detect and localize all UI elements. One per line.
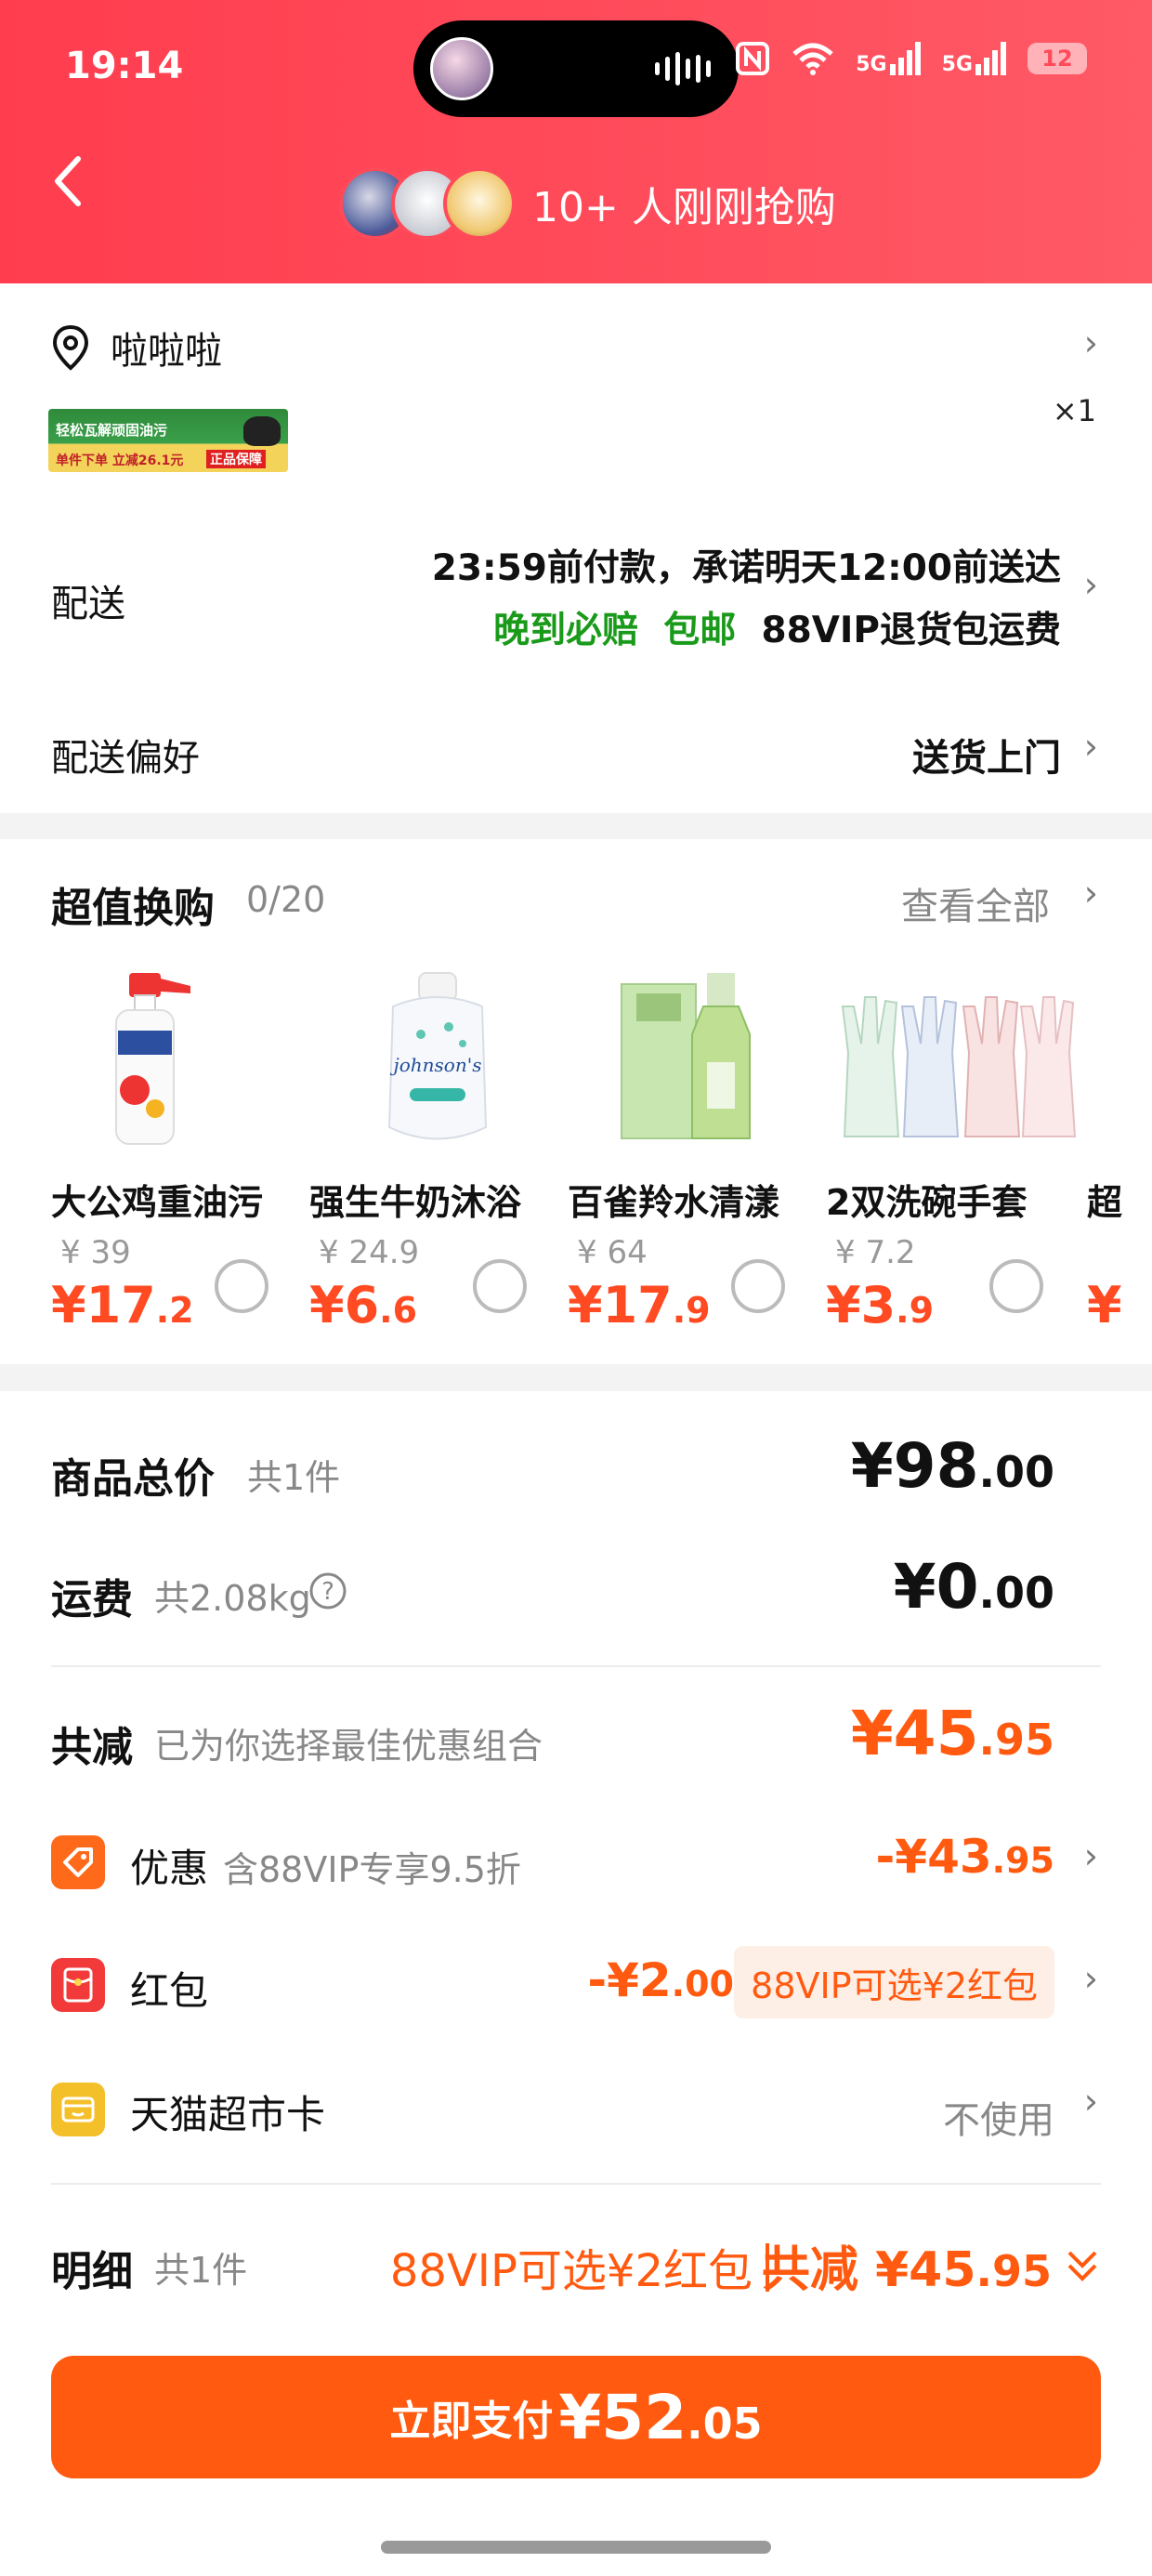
svg-text:?: ? bbox=[321, 1578, 334, 1606]
shipping-amount: ¥0.00 bbox=[893, 1551, 1054, 1623]
swap-product-card[interactable]: 百雀羚水清漾 ¥ 64 ¥17.9 bbox=[568, 969, 823, 1341]
delivery-label: 配送 bbox=[51, 583, 125, 625]
redpacket-amount: -¥2.00 bbox=[587, 1953, 734, 2007]
address-row[interactable]: 啦啦啦 bbox=[51, 321, 222, 375]
product-promo-banner: 轻松瓦解顽固油污 单件下单 立减26.1元 正品保障 bbox=[48, 409, 288, 472]
chevron-right-icon[interactable]: › bbox=[1084, 564, 1098, 605]
swap-count: 0/20 bbox=[246, 879, 326, 920]
status-icons: 5G 5G 12 bbox=[735, 41, 1087, 76]
vip-return-tag: 88VIP退货包运费 bbox=[761, 610, 1061, 651]
quantity: ×1 bbox=[1052, 393, 1096, 428]
svg-text:johnson's: johnson's bbox=[390, 1054, 482, 1076]
gift-card-icon bbox=[51, 2083, 105, 2136]
location-pin-icon bbox=[52, 324, 89, 371]
discount-amount: ¥45.95 bbox=[850, 1698, 1054, 1769]
goods-total-amount: ¥98.00 bbox=[850, 1430, 1054, 1502]
chevron-right-icon[interactable]: › bbox=[1084, 1835, 1098, 1876]
promo-sub: 含88VIP专享9.5折 bbox=[223, 1849, 521, 1890]
help-icon[interactable]: ? bbox=[308, 1571, 347, 1610]
recent-buyers: 10+ 人刚刚抢购 bbox=[339, 167, 836, 240]
avatar bbox=[443, 167, 516, 240]
recent-buyers-text: 10+ 人刚刚抢购 bbox=[532, 184, 836, 231]
goods-count: 共1件 bbox=[247, 1457, 341, 1498]
select-radio[interactable] bbox=[731, 1259, 785, 1313]
status-time: 19:14 bbox=[65, 45, 184, 87]
wifi-icon bbox=[792, 43, 833, 75]
product-image bbox=[115, 973, 190, 1145]
red-packet-icon bbox=[51, 1958, 105, 2012]
card-value[interactable]: 不使用 bbox=[943, 2090, 1054, 2144]
chevron-double-down-icon[interactable] bbox=[1064, 2245, 1101, 2286]
island-avatar bbox=[430, 37, 493, 100]
detail-vip-text: 88VIP可选¥2红包 bbox=[389, 2245, 753, 2297]
chevron-right-icon[interactable]: › bbox=[1084, 873, 1098, 913]
product-image bbox=[841, 996, 1077, 1137]
product-image: johnson's bbox=[387, 972, 488, 1140]
shipping-label: 运费 bbox=[51, 1576, 133, 1623]
delivery-promise: 23:59前付款，承诺明天12:00前送达 bbox=[431, 547, 1061, 589]
signal-icon-2: 5G bbox=[942, 42, 1007, 75]
swap-product-card[interactable]: 大公鸡重油污 ¥ 39 ¥17.2 bbox=[51, 969, 307, 1341]
battery-icon: 12 bbox=[1028, 43, 1087, 74]
top-header: 19:14 5G 5G 12 10+ 人刚刚抢购 bbox=[0, 0, 1152, 283]
discount-label: 共减 bbox=[51, 1724, 133, 1771]
audio-wave-icon bbox=[655, 50, 711, 87]
back-button[interactable] bbox=[39, 149, 95, 214]
promo-amount[interactable]: -¥43.95 bbox=[876, 1830, 1054, 1884]
dynamic-island bbox=[413, 20, 739, 117]
free-shipping-tag: 包邮 bbox=[663, 610, 737, 651]
goods-total-label: 商品总价 bbox=[51, 1455, 215, 1503]
chevron-right-icon[interactable]: › bbox=[1084, 726, 1098, 767]
view-all-link[interactable]: 查看全部 bbox=[901, 876, 1050, 930]
chevron-right-icon[interactable]: › bbox=[1084, 322, 1098, 363]
pay-amount: ¥52.05 bbox=[558, 2381, 763, 2453]
order-summary-card: 商品总价 共1件 ¥98.00 运费 共2.08kg ? ¥0.00 共减 已为… bbox=[0, 1391, 1152, 2576]
vip-redpacket-pill[interactable]: 88VIP可选¥2红包 bbox=[734, 1946, 1054, 2018]
chevron-right-icon[interactable]: › bbox=[1084, 1958, 1098, 1999]
redpacket-label: 红包 bbox=[130, 1968, 209, 2014]
swap-title: 超值换购 bbox=[51, 885, 215, 932]
product-image bbox=[621, 973, 751, 1139]
product-price-partial: ¥ bbox=[1087, 1276, 1122, 1334]
shipping-weight: 共2.08kg bbox=[154, 1578, 311, 1619]
home-indicator[interactable] bbox=[381, 2541, 771, 2554]
late-compensation-tag: 晚到必赔 bbox=[493, 610, 639, 651]
product-price: ¥17.9 bbox=[568, 1276, 711, 1334]
signal-icon-1: 5G bbox=[856, 42, 921, 75]
detail-count: 共1件 bbox=[154, 2250, 248, 2291]
promo-label: 优惠 bbox=[130, 1846, 209, 1891]
buyer-avatars bbox=[339, 167, 516, 240]
swap-product-card[interactable]: 2双洗碗手套 ¥ 7.2 ¥3.9 bbox=[826, 969, 1081, 1341]
nfc-icon bbox=[736, 42, 770, 75]
select-radio[interactable] bbox=[215, 1259, 268, 1313]
address-delivery-card: 啦啦啦 › 轻松瓦解顽固油污 单件下单 立减26.1元 正品保障 ×1 配送 2… bbox=[0, 283, 1152, 813]
detail-label: 明细 bbox=[51, 2248, 133, 2295]
back-arrow-icon bbox=[55, 156, 81, 206]
card-label: 天猫超市卡 bbox=[130, 2092, 326, 2137]
detail-bar[interactable]: 明细 共1件 88VIP可选¥2红包 共减 ¥45.95 bbox=[0, 2223, 1152, 2334]
chevron-right-icon[interactable]: › bbox=[1084, 2081, 1098, 2122]
detail-total: 共减 ¥45.95 bbox=[761, 2242, 1052, 2298]
divider bbox=[51, 2183, 1101, 2185]
address-name: 啦啦啦 bbox=[111, 330, 222, 373]
swap-product-partial[interactable]: 超 bbox=[1087, 1174, 1152, 1225]
product-price: ¥3.9 bbox=[826, 1276, 935, 1334]
product-price: ¥6.6 bbox=[309, 1276, 418, 1334]
product-price: ¥17.2 bbox=[51, 1276, 194, 1334]
preference-value[interactable]: 送货上门 bbox=[912, 728, 1061, 782]
swap-product-card[interactable]: johnson's 强生牛奶沐浴 ¥ 24.9 ¥6.6 bbox=[309, 969, 565, 1341]
rooster-logo-icon bbox=[243, 416, 281, 446]
swap-deals-card: 超值换购 0/20 查看全部 › 大公鸡重油污 ¥ 39 ¥17.2 johns… bbox=[0, 839, 1152, 1364]
pay-now-button[interactable]: 立即支付 ¥52.05 bbox=[51, 2356, 1101, 2478]
preference-label: 配送偏好 bbox=[51, 737, 200, 780]
discount-sub: 已为你选择最佳优惠组合 bbox=[154, 1726, 543, 1767]
select-radio[interactable] bbox=[473, 1259, 527, 1313]
discount-tag-icon bbox=[51, 1835, 105, 1889]
divider bbox=[51, 1665, 1101, 1667]
delivery-tags: 晚到必赔 包邮 88VIP退货包运费 bbox=[493, 601, 1061, 653]
select-radio[interactable] bbox=[989, 1259, 1043, 1313]
